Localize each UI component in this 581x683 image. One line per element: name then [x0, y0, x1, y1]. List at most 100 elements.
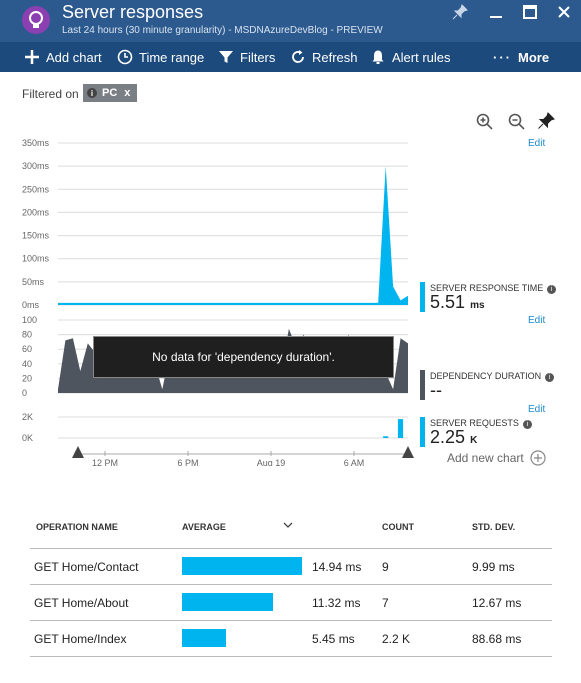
count-cell: 7 — [382, 596, 389, 610]
dependency-duration-metric[interactable]: DEPENDENCY DURATION i -- — [420, 370, 560, 400]
close-icon[interactable] — [556, 4, 574, 20]
chart-panel-0: 350ms 300ms 250ms 200ms 150ms 100ms 50ms 0ms — [22, 138, 408, 310]
table-row[interactable]: GET Home/About 11.32 ms 7 12.67 ms — [30, 584, 552, 620]
x-tick-label: 6 PM — [177, 458, 198, 466]
bell-icon — [372, 50, 384, 64]
y-tick-label: 0K — [22, 433, 33, 443]
x-tick-label: 6 AM — [344, 458, 365, 466]
table-row[interactable]: GET Home/Contact 14.94 ms 9 9.99 ms — [30, 548, 552, 584]
pin-chart-icon[interactable] — [537, 112, 557, 132]
metric-value: 5.51 — [430, 292, 466, 312]
metric-value: 2.25 — [430, 427, 466, 447]
range-handle-left[interactable] — [72, 446, 84, 458]
add-new-chart-button[interactable]: Add new chart — [447, 450, 546, 466]
col-count[interactable]: COUNT — [382, 522, 414, 532]
average-cell: 11.32 ms — [312, 596, 361, 610]
filters-button[interactable]: Filters — [218, 47, 275, 67]
zoom-in-icon[interactable] — [475, 112, 495, 132]
more-label: More — [518, 49, 550, 65]
pin-blade-icon[interactable] — [452, 4, 470, 20]
app-insights-logo-icon — [22, 6, 50, 34]
x-tick-label: 12 PM — [92, 458, 118, 466]
sort-chevron-down-icon[interactable] — [282, 520, 294, 530]
y-tick-label: 350ms — [22, 138, 50, 148]
clock-icon — [117, 49, 133, 65]
minimize-icon[interactable] — [488, 4, 506, 20]
metric-unit: K — [470, 435, 478, 446]
operation-name-cell: GET Home/About — [34, 596, 129, 610]
range-handle-right[interactable] — [402, 446, 414, 458]
metric-value-row: 2.25 K — [430, 427, 477, 448]
edit-chart-link[interactable]: Edit — [528, 315, 545, 326]
metric-color-bar — [420, 417, 425, 447]
y-tick-label: 80 — [22, 330, 32, 340]
count-cell: 9 — [382, 560, 389, 574]
operation-name-cell: GET Home/Index — [34, 632, 127, 646]
y-tick-label: 2K — [22, 412, 33, 422]
chart-panel-2: 2K 0K — [22, 412, 408, 443]
table-row[interactable]: GET Home/Index 5.45 ms 2.2 K 88.68 ms — [30, 620, 552, 656]
average-bar — [182, 629, 226, 647]
plus-circle-icon — [530, 450, 546, 466]
average-cell: 5.45 ms — [312, 632, 355, 646]
bar — [397, 419, 404, 438]
metric-color-bar — [420, 370, 425, 400]
time-range-label: Time range — [139, 49, 205, 65]
edit-chart-link[interactable]: Edit — [528, 404, 545, 415]
alert-rules-label: Alert rules — [392, 49, 451, 65]
y-tick-label: 0 — [22, 388, 27, 398]
metric-name-row: DEPENDENCY DURATION i — [430, 371, 555, 382]
y-tick-label: 300ms — [22, 161, 50, 171]
count-cell: 2.2 K — [382, 632, 411, 646]
more-button[interactable]: ··· More — [493, 47, 549, 67]
col-std-dev[interactable]: STD. DEV. — [472, 522, 515, 532]
y-tick-label: 40 — [22, 359, 32, 369]
maximize-icon[interactable] — [522, 4, 540, 20]
col-average[interactable]: AVERAGE — [182, 522, 226, 532]
server-response-time-metric[interactable]: SERVER RESPONSE TIME i 5.51 ms — [420, 282, 557, 313]
info-icon: i — [87, 88, 97, 98]
y-tick-label: 0ms — [22, 300, 40, 310]
average-bar — [182, 593, 273, 611]
filter-chip[interactable]: i PC x — [83, 84, 137, 102]
metric-color-bar — [420, 282, 425, 312]
blade-title: Server responses — [62, 2, 204, 22]
server-requests-metric[interactable]: SERVER REQUESTS i 2.25 K — [420, 417, 550, 447]
metric-unit: ms — [470, 300, 485, 311]
blade-header: Server responses Last 24 hours (30 minut… — [0, 0, 581, 42]
y-tick-label: 150ms — [22, 231, 50, 241]
metric-value-row: 5.51 ms — [430, 292, 485, 313]
metrics-chart[interactable]: 350ms 300ms 250ms 200ms 150ms 100ms 50ms 0ms 100… — [20, 136, 420, 466]
refresh-button[interactable]: Refresh — [290, 47, 358, 67]
x-axis: 12 PM 6 PM Aug 19 6 AM — [72, 446, 414, 466]
y-tick-label: 200ms — [22, 207, 50, 217]
add-new-chart-label: Add new chart — [447, 451, 524, 465]
info-icon[interactable]: i — [547, 285, 557, 294]
info-icon[interactable]: i — [522, 420, 532, 429]
add-chart-button[interactable]: Add chart — [24, 47, 102, 67]
ellipsis-icon: ··· — [493, 49, 512, 65]
bar — [383, 436, 389, 438]
command-bar: Add chart Time range Filters Refresh Ale… — [0, 42, 581, 72]
add-chart-label: Add chart — [46, 49, 102, 65]
alert-rules-button[interactable]: Alert rules — [370, 47, 451, 67]
col-operation-name[interactable]: OPERATION NAME — [36, 522, 118, 532]
chip-close-icon[interactable]: x — [124, 87, 130, 99]
edit-chart-link[interactable]: Edit — [528, 138, 545, 149]
std-dev-cell: 88.68 ms — [472, 632, 522, 646]
refresh-icon — [292, 50, 304, 63]
std-dev-cell: 9.99 ms — [472, 560, 515, 574]
std-dev-cell: 12.67 ms — [472, 596, 522, 610]
plus-icon — [25, 50, 39, 64]
filter-label: Filtered on — [22, 87, 79, 101]
time-range-button[interactable]: Time range — [117, 47, 204, 67]
y-tick-label: 50ms — [22, 277, 45, 287]
filter-icon — [219, 51, 233, 63]
filter-chip-label: PC — [102, 87, 118, 99]
filters-label: Filters — [240, 49, 276, 65]
y-tick-label: 250ms — [22, 184, 50, 194]
refresh-label: Refresh — [312, 49, 358, 65]
no-data-message: No data for 'dependency duration'. — [93, 336, 394, 378]
zoom-out-icon[interactable] — [507, 112, 527, 132]
info-icon[interactable]: i — [545, 373, 555, 382]
